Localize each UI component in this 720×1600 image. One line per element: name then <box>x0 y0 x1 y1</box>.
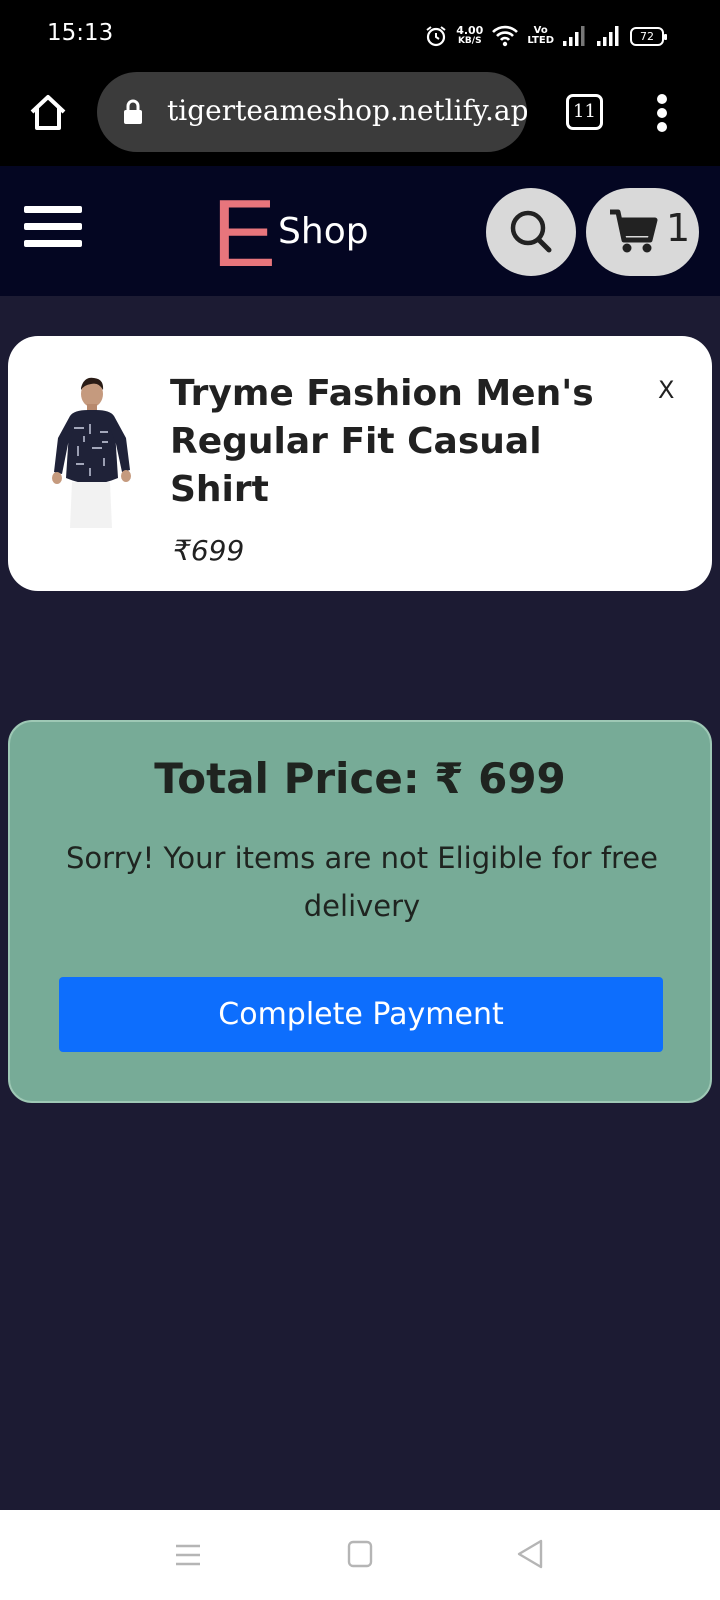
status-bar: 15:13 4.00 KB/S Vo LTED 72 <box>0 0 720 70</box>
cart-count-badge: 1 <box>666 206 691 250</box>
logo-text: Shop <box>278 210 369 252</box>
browser-toolbar: tigerteameshop.netlify.app/ 11 <box>0 70 720 166</box>
delivery-eligibility-message: Sorry! Your items are not Eligible for f… <box>66 841 658 923</box>
brand-logo[interactable]: E Shop <box>212 180 369 287</box>
volte-indicator: Vo LTED <box>527 26 554 46</box>
battery-icon: 72 <box>630 26 667 46</box>
product-image[interactable] <box>44 368 140 528</box>
signal-icon-2 <box>597 26 619 46</box>
url-text: tigerteameshop.netlify.app/ <box>167 94 527 127</box>
wifi-icon <box>492 25 519 47</box>
hamburger-menu-icon[interactable] <box>24 206 84 252</box>
alarm-icon <box>426 26 446 47</box>
home-nav-icon[interactable] <box>347 1540 373 1568</box>
product-price: ₹699 <box>173 534 245 567</box>
network-speed-unit: KB/S <box>457 36 482 46</box>
home-icon[interactable] <box>26 90 70 134</box>
volte-bottom: LTED <box>527 35 554 46</box>
product-title[interactable]: Tryme Fashion Men's Regular Fit Casual S… <box>170 370 640 514</box>
complete-payment-button[interactable]: Complete Payment <box>59 977 663 1052</box>
total-price: Total Price: ₹ 699 <box>154 754 566 803</box>
cart-icon <box>610 209 658 253</box>
signal-icon-1 <box>563 26 585 46</box>
tab-switcher-button[interactable]: 11 <box>566 94 603 130</box>
status-time: 15:13 <box>47 20 114 46</box>
lock-icon <box>124 99 142 124</box>
status-icons: 4.00 KB/S Vo LTED 72 <box>424 20 667 52</box>
recent-apps-icon[interactable] <box>175 1542 201 1568</box>
order-summary: Total Price: ₹ 699 Sorry! Your items are… <box>8 720 712 1103</box>
network-speed: 4.00 KB/S <box>456 25 483 47</box>
search-icon <box>510 210 552 253</box>
cart-button[interactable]: 1 <box>586 188 699 276</box>
logo-letter: E <box>212 180 276 287</box>
address-bar[interactable]: tigerteameshop.netlify.app/ <box>97 72 527 152</box>
remove-item-button[interactable]: X <box>658 376 674 404</box>
search-button[interactable] <box>486 188 576 276</box>
cart-item-card: Tryme Fashion Men's Regular Fit Casual S… <box>8 336 712 591</box>
back-icon[interactable] <box>515 1538 545 1570</box>
system-navigation-bar <box>0 1510 720 1600</box>
network-speed-value: 4.00 <box>456 24 484 37</box>
app-navbar: E Shop 1 <box>0 166 720 296</box>
overflow-menu-icon[interactable] <box>655 94 669 132</box>
